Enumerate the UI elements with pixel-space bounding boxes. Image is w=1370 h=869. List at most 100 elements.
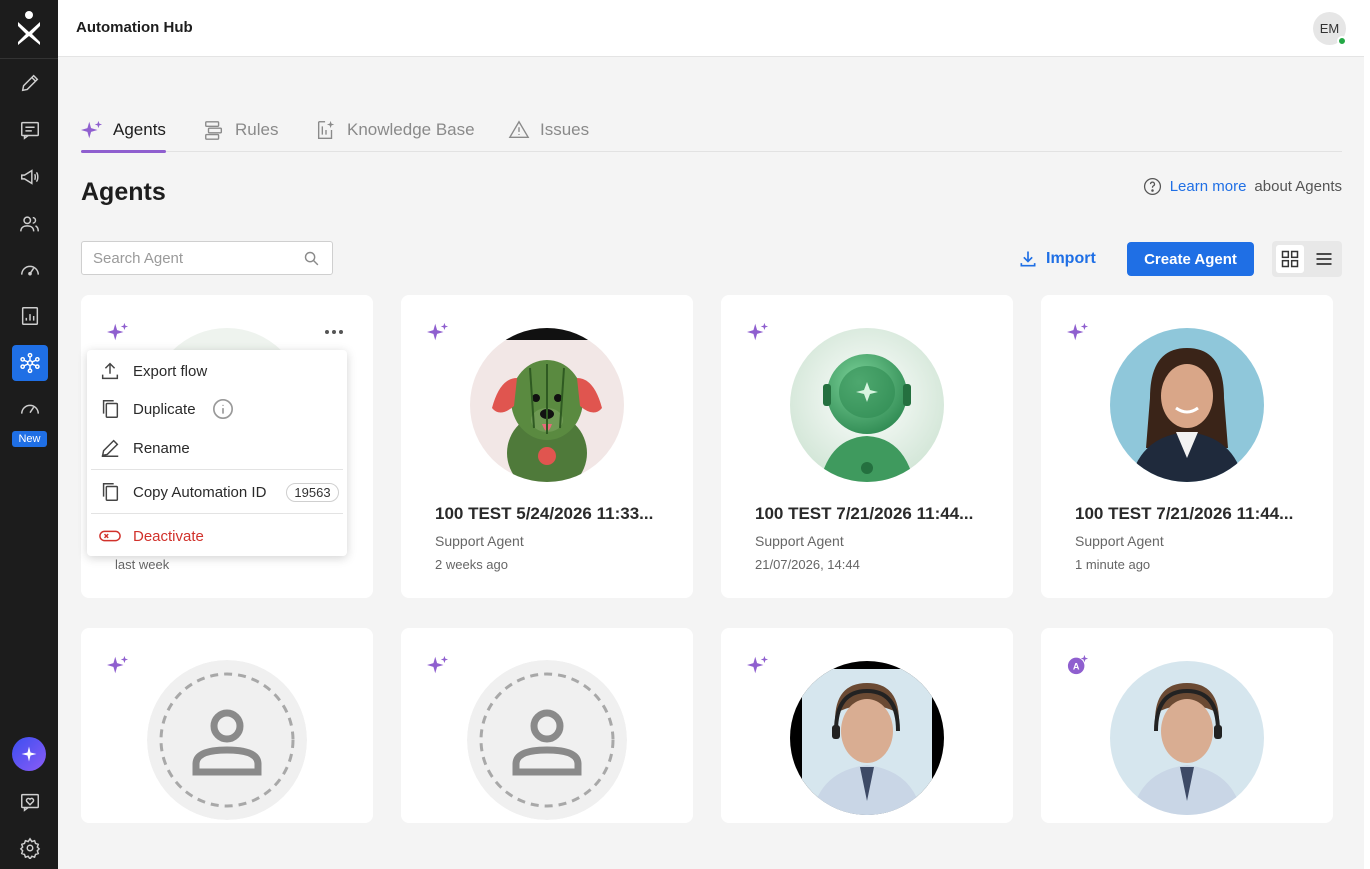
- sparkle-icon: [747, 655, 769, 674]
- agent-card[interactable]: 100 TEST 5/24/2026 11:33... Support Agen…: [401, 295, 693, 598]
- search-box: [81, 241, 333, 275]
- menu-copy-automation-id[interactable]: Copy Automation ID 19563: [87, 474, 347, 510]
- upload-icon: [101, 362, 119, 380]
- pencil-icon: [101, 439, 119, 457]
- rules-icon: [205, 121, 223, 140]
- agent-updated-time: last week: [115, 557, 170, 572]
- agent-card[interactable]: 100 TEST 7/21/2026 11:44... Support Agen…: [1041, 295, 1333, 598]
- agent-card[interactable]: 100 TEST 7/21/2026 11:44... Support Agen…: [721, 295, 1013, 598]
- tab-agents[interactable]: Agents: [81, 108, 166, 153]
- menu-label: Deactivate: [133, 527, 204, 545]
- agent-card[interactable]: [81, 628, 373, 823]
- page-scrollbar-track: [1364, 0, 1370, 869]
- more-options-button[interactable]: [322, 325, 346, 339]
- online-status-dot: [1337, 36, 1347, 46]
- list-icon: [1316, 253, 1332, 265]
- user-initials: EM: [1319, 21, 1340, 36]
- rail-reports-icon[interactable]: [12, 298, 48, 334]
- menu-label: Export flow: [133, 362, 208, 380]
- agent-type: Support Agent: [1075, 533, 1164, 549]
- ai-agent-badge-icon: A: [1067, 654, 1089, 675]
- tab-rules[interactable]: Rules: [203, 108, 278, 152]
- search-icon[interactable]: [303, 250, 320, 267]
- menu-duplicate[interactable]: Duplicate: [87, 391, 347, 427]
- tab-label: Knowledge Base: [347, 120, 475, 139]
- list-view-button[interactable]: [1310, 245, 1338, 273]
- sparkle-icon: [107, 322, 129, 341]
- sparkle-icon: [107, 655, 129, 674]
- menu-label: Copy Automation ID: [133, 483, 267, 501]
- grid-view-button[interactable]: [1276, 245, 1304, 273]
- tab-label: Agents: [113, 120, 166, 139]
- view-toggle: [1272, 241, 1342, 277]
- agent-context-menu: Export flow Duplicate Rename Copy Automa…: [87, 350, 347, 556]
- learn-more-link[interactable]: Learn more: [1170, 178, 1247, 195]
- agent-name: 100 TEST 7/21/2026 11:44...: [1075, 504, 1294, 523]
- tab-label: Issues: [540, 120, 590, 139]
- agent-updated-time: 1 minute ago: [1075, 557, 1151, 572]
- tab-issues[interactable]: Issues: [508, 108, 589, 152]
- grid-icon: [1281, 250, 1299, 268]
- new-badge: New: [12, 431, 47, 447]
- ai-assistant-button[interactable]: [12, 737, 46, 771]
- watermelon-dog-avatar: [470, 328, 624, 482]
- sparkle-icon: [427, 655, 449, 674]
- app-logo-icon[interactable]: [14, 10, 44, 46]
- agent-card[interactable]: [721, 628, 1013, 823]
- sparkle-icon: [427, 322, 449, 341]
- placeholder-person-avatar: [467, 660, 627, 820]
- agent-type: Support Agent: [435, 533, 524, 549]
- sparkle-icon: [1067, 322, 1089, 341]
- agent-card[interactable]: [401, 628, 693, 823]
- rail-settings-icon[interactable]: [12, 830, 48, 866]
- agent-updated-time: 21/07/2026, 14:44: [755, 557, 860, 572]
- info-icon[interactable]: [212, 398, 234, 420]
- import-label: Import: [1046, 250, 1096, 267]
- left-nav-rail: New: [0, 0, 58, 869]
- tab-label: Rules: [235, 120, 279, 139]
- search-input[interactable]: [82, 242, 292, 274]
- duplicate-icon: [102, 400, 119, 418]
- create-agent-button[interactable]: Create Agent: [1127, 242, 1254, 276]
- toggle-off-icon: [99, 530, 121, 542]
- sparkle-icon: [21, 746, 37, 762]
- agent-type: Support Agent: [755, 533, 844, 549]
- agent-name: 100 TEST 5/24/2026 11:33...: [435, 504, 654, 523]
- menu-label: Rename: [133, 439, 190, 457]
- menu-label: Duplicate: [133, 400, 196, 418]
- svg-text:A: A: [1073, 662, 1080, 672]
- menu-deactivate[interactable]: Deactivate: [87, 518, 347, 554]
- rail-automation-hub-icon[interactable]: [12, 345, 48, 381]
- rail-speedometer-icon[interactable]: [12, 391, 48, 427]
- rail-campaigns-icon[interactable]: [12, 159, 48, 195]
- agent-updated-time: 2 weeks ago: [435, 557, 508, 572]
- learn-more-suffix: about Agents: [1254, 178, 1342, 195]
- tab-knowledge-base[interactable]: Knowledge Base: [315, 108, 475, 152]
- headset-man-avatar: [1110, 661, 1264, 815]
- sparkle-icon: [747, 322, 769, 341]
- download-icon: [1020, 251, 1036, 267]
- page-title: Agents: [81, 178, 166, 206]
- menu-export-flow[interactable]: Export flow: [87, 353, 347, 389]
- warning-icon: [508, 120, 530, 139]
- copy-icon: [102, 483, 119, 501]
- woman-portrait-avatar: [1110, 328, 1264, 482]
- placeholder-person-avatar: [147, 660, 307, 820]
- user-avatar[interactable]: EM: [1313, 12, 1347, 46]
- green-robot-avatar: [790, 328, 944, 482]
- rail-feedback-icon[interactable]: [12, 784, 48, 820]
- agent-name: 100 TEST 7/21/2026 11:44...: [755, 504, 974, 523]
- rail-conversations-icon[interactable]: [12, 112, 48, 148]
- menu-rename[interactable]: Rename: [87, 430, 347, 466]
- agent-card[interactable]: A: [1041, 628, 1333, 823]
- import-button[interactable]: Import: [1018, 242, 1096, 276]
- learn-more: Learn more about Agents: [1143, 177, 1342, 196]
- help-circle-icon: [1143, 177, 1161, 196]
- app-title: Automation Hub: [76, 19, 193, 36]
- section-tabs: Agents Rules Knowledge Base Issues: [81, 108, 1342, 153]
- rail-edit-icon[interactable]: [12, 65, 48, 101]
- rail-dashboard-icon[interactable]: [12, 252, 48, 288]
- sparkle-icon: [81, 120, 103, 139]
- knowledge-base-icon: [317, 120, 335, 139]
- rail-users-icon[interactable]: [12, 206, 48, 242]
